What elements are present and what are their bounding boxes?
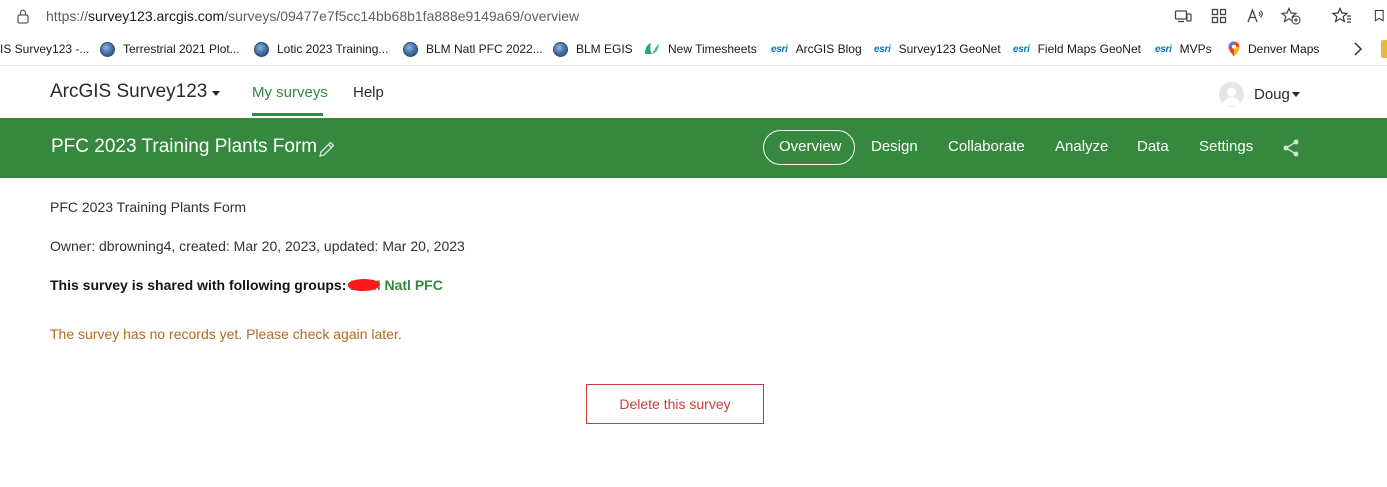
favorites-icon[interactable] <box>1332 6 1352 26</box>
share-icon[interactable] <box>1281 138 1301 158</box>
bookmark-label: New Timesheets <box>668 42 757 56</box>
globe-icon <box>100 41 115 57</box>
caret-down-icon[interactable] <box>1292 92 1300 97</box>
read-aloud-icon[interactable] <box>1245 6 1265 26</box>
bookmark-label: Survey123 GeoNet <box>898 42 1001 56</box>
url-host: survey123.arcgis.com <box>88 8 225 24</box>
chevron-right-icon[interactable] <box>1348 39 1368 59</box>
nav-my-surveys[interactable]: My surveys <box>252 84 328 101</box>
nav-active-indicator <box>252 113 323 116</box>
apps-grid-icon[interactable] <box>1209 6 1229 26</box>
url-field[interactable]: https://survey123.arcgis.com/surveys/094… <box>46 8 579 24</box>
tab-settings[interactable]: Settings <box>1199 138 1253 155</box>
bookmark-label: BLM EGIS <box>576 42 633 56</box>
user-menu[interactable]: Doug <box>1254 86 1290 103</box>
bookmark-survey123-geonet[interactable]: esri Survey123 GeoNet <box>874 33 1001 65</box>
avatar[interactable] <box>1219 82 1244 107</box>
tab-analyze[interactable]: Analyze <box>1055 138 1108 155</box>
bookmark-new-timesheets[interactable]: New Timesheets <box>644 33 757 65</box>
tab-data[interactable]: Data <box>1137 138 1169 155</box>
lock-icon[interactable] <box>16 8 30 24</box>
group-link[interactable]: BLM Natl PFC <box>347 277 443 293</box>
bookmark-mvps[interactable]: esri MVPs <box>1155 33 1212 65</box>
bookmark-denver-maps[interactable]: Denver Maps <box>1228 33 1319 65</box>
owner-info: Owner: dbrowning4, created: Mar 20, 2023… <box>50 238 465 254</box>
leaf-icon <box>645 43 659 54</box>
survey-name-text: PFC 2023 Training Plants Form <box>50 199 247 215</box>
bookmark-label: Lotic 2023 Training... <box>277 42 389 56</box>
bookmark-blm-natl-pfc-2022[interactable]: BLM Natl PFC 2022... <box>403 33 543 65</box>
bookmark-field-maps-geonet[interactable]: esri Field Maps GeoNet <box>1013 33 1141 65</box>
bookmark-lotic-2023[interactable]: Lotic 2023 Training... <box>254 33 388 65</box>
nav-help[interactable]: Help <box>353 84 384 101</box>
tab-collaborate[interactable]: Collaborate <box>948 138 1025 155</box>
bookmark-arcgis-blog[interactable]: esri ArcGIS Blog <box>771 33 862 65</box>
bookmark-label: Terrestrial 2021 Plot... <box>123 42 240 56</box>
survey-title: PFC 2023 Training Plants Form <box>51 136 318 157</box>
esri-logo-icon: esri <box>1013 43 1030 55</box>
map-pin-icon <box>1228 41 1240 57</box>
shared-groups-line: This survey is shared with following gro… <box>50 277 443 293</box>
folder-icon[interactable] <box>1381 40 1387 58</box>
bookmark-label: BLM Natl PFC 2022... <box>426 42 543 56</box>
add-favorite-icon[interactable] <box>1281 6 1301 26</box>
bookmark-is-survey123[interactable]: IS Survey123 -... <box>0 33 89 65</box>
browser-address-bar: https://survey123.arcgis.com/surveys/094… <box>0 0 1387 33</box>
bookmark-label: MVPs <box>1179 42 1212 56</box>
app-brand[interactable]: ArcGIS Survey123 <box>50 81 207 103</box>
globe-icon <box>254 41 269 57</box>
shared-groups-label: This survey is shared with following gro… <box>50 277 347 293</box>
collections-icon[interactable] <box>1373 6 1387 26</box>
caret-down-icon[interactable] <box>212 91 220 96</box>
esri-logo-icon: esri <box>771 43 788 55</box>
bookmark-label: ArcGIS Blog <box>795 42 862 56</box>
pencil-icon[interactable] <box>317 139 337 159</box>
bookmarks-bar: IS Survey123 -... Terrestrial 2021 Plot.… <box>0 33 1387 66</box>
user-silhouette-icon <box>1222 87 1241 106</box>
globe-icon <box>553 41 568 57</box>
bookmark-label: IS Survey123 -... <box>0 42 90 56</box>
app-header: ArcGIS Survey123 My surveys Help Doug <box>0 67 1387 118</box>
survey-title-bar: PFC 2023 Training Plants Form Overview D… <box>0 118 1387 178</box>
esri-logo-icon: esri <box>1155 43 1172 55</box>
bookmark-label: Field Maps GeoNet <box>1037 42 1141 56</box>
bookmark-terrestrial-2021[interactable]: Terrestrial 2021 Plot... <box>100 33 240 65</box>
globe-icon <box>403 41 418 57</box>
no-records-message: The survey has no records yet. Please ch… <box>50 326 402 342</box>
url-prefix: https:// <box>46 8 89 24</box>
delete-survey-button[interactable]: Delete this survey <box>586 384 764 424</box>
tab-design[interactable]: Design <box>871 138 918 155</box>
esri-logo-icon: esri <box>874 43 891 55</box>
bookmark-blm-egis[interactable]: BLM EGIS <box>553 33 633 65</box>
url-path: /surveys/09477e7f5cc14bb68b1fa888e9149a6… <box>224 8 580 24</box>
reader-view-icon[interactable] <box>1173 6 1193 26</box>
tab-overview[interactable]: Overview <box>779 138 842 155</box>
bookmark-label: Denver Maps <box>1248 42 1320 56</box>
